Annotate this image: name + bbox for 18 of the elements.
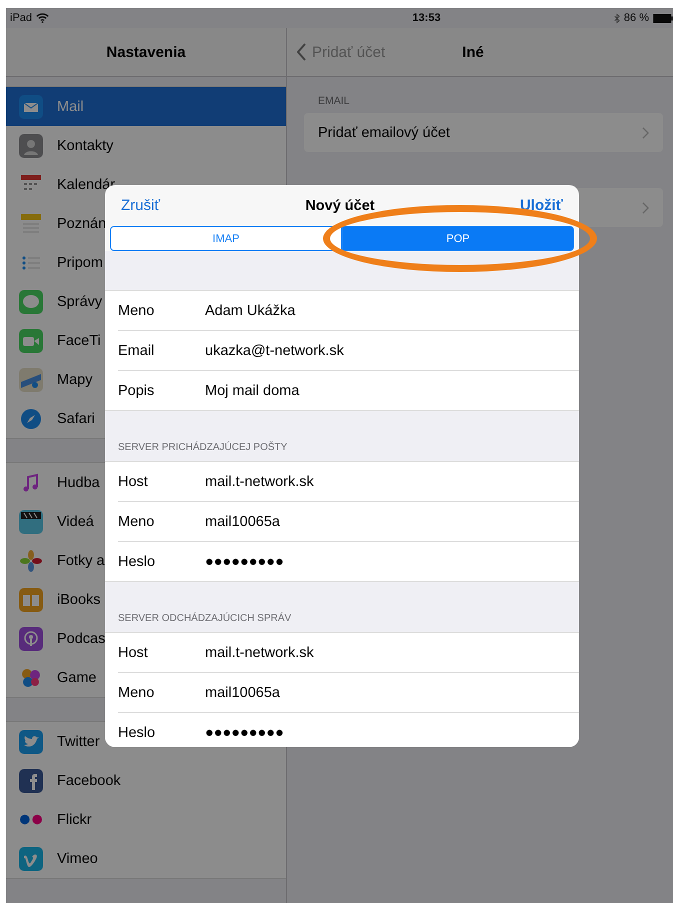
- field-label: Host: [118, 644, 149, 660]
- field-label: Heslo: [118, 554, 156, 570]
- field-label: Host: [118, 474, 149, 490]
- field-label: Heslo: [118, 724, 156, 740]
- field-label: Popis: [118, 382, 156, 398]
- status-time: 13:53: [412, 12, 441, 24]
- field-label: Email: [118, 342, 156, 358]
- sheet-title: Nový účet: [305, 198, 375, 214]
- page-title: Iné: [462, 44, 484, 60]
- field-label: Meno: [118, 302, 156, 318]
- field-label: Meno: [118, 514, 156, 530]
- section-header: SERVER PRICHÁDZAJÚCEJ POŠTY: [118, 442, 288, 453]
- battery-percent: 86 %: [624, 12, 649, 24]
- section-header: SERVER ODCHÁDZAJÚCICH SPRÁV: [118, 613, 292, 624]
- section-header: EMAIL: [317, 94, 351, 109]
- field-label: Meno: [118, 684, 156, 700]
- device-name: iPad: [10, 12, 32, 24]
- sidebar-title: Nastavenia: [106, 44, 186, 60]
